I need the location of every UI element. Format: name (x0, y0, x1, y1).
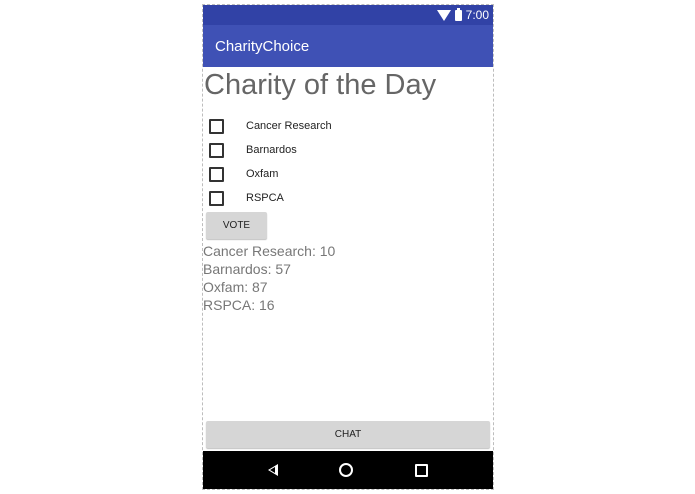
wifi-icon (436, 9, 451, 21)
status-time: 7:00 (465, 8, 489, 22)
option-cancer-research[interactable]: Cancer Research (203, 115, 473, 137)
result-cancer-research: Cancer Research: 10 (203, 243, 336, 259)
back-icon[interactable] (267, 464, 278, 476)
result-oxfam: Oxfam: 87 (203, 279, 268, 295)
checkbox-rspca[interactable] (209, 190, 224, 206)
page-title: Charity of the Day (204, 69, 437, 101)
vote-results: Cancer Research: 10 Barnardos: 57 Oxfam:… (203, 242, 335, 314)
app-bar: CharityChoice (203, 25, 493, 67)
checkbox-oxfam[interactable] (209, 166, 224, 182)
main-content: Charity of the Day Cancer Research Barna… (203, 67, 493, 451)
option-oxfam[interactable]: Oxfam (203, 163, 473, 185)
chat-button[interactable]: CHAT (206, 421, 490, 448)
home-icon[interactable] (339, 463, 354, 477)
navigation-bar (203, 451, 493, 489)
app-title: CharityChoice (215, 37, 310, 55)
option-label: Barnardos (246, 144, 297, 156)
status-bar: 7:00 (203, 5, 493, 25)
battery-icon (454, 7, 462, 21)
recents-icon[interactable] (415, 463, 429, 477)
option-label: Oxfam (246, 168, 279, 180)
checkbox-barnardos[interactable] (209, 142, 224, 158)
option-label: RSPCA (246, 192, 284, 204)
option-barnardos[interactable]: Barnardos (203, 139, 473, 161)
vote-button[interactable]: VOTE (206, 212, 267, 239)
result-barnardos: Barnardos: 57 (203, 261, 291, 277)
option-label: Cancer Research (246, 120, 332, 132)
result-rspca: RSPCA: 16 (203, 297, 275, 313)
checkbox-cancer-research[interactable] (209, 118, 224, 134)
option-rspca[interactable]: RSPCA (203, 187, 473, 209)
phone-screen: 7:00 CharityChoice Charity of the Day Ca… (202, 4, 494, 490)
